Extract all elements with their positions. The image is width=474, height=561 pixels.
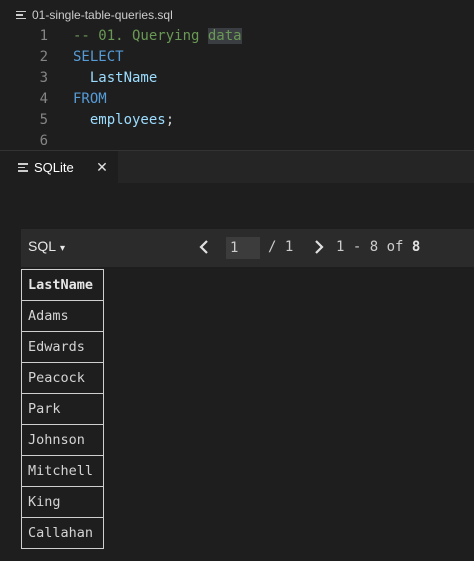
chevron-right-icon[interactable] (312, 237, 326, 257)
code-token: ; (165, 112, 175, 128)
code-token: SELECT (73, 49, 124, 65)
table-cell[interactable]: Adams (21, 300, 104, 332)
line-number: 2 (39, 49, 48, 65)
code-line[interactable]: 2 SELECT (0, 47, 474, 68)
row-range-total: 8 (411, 239, 421, 255)
row-range: 1 - 8 of 8 (336, 239, 420, 255)
code-text[interactable]: LastName (73, 68, 157, 89)
code-line[interactable]: 4 FROM (0, 89, 474, 110)
mode-label: SQL (28, 238, 57, 254)
line-number: 5 (39, 112, 48, 128)
page-total: / 1 (268, 239, 294, 255)
table-row[interactable]: Johnson (21, 424, 104, 456)
table-cell[interactable]: Edwards (21, 331, 104, 363)
table-cell[interactable]: King (21, 486, 104, 518)
breadcrumb-filename[interactable]: 01-single-table-queries.sql (32, 8, 173, 22)
table-cell[interactable]: Peacock (21, 362, 104, 394)
table-row[interactable]: King (21, 486, 104, 518)
table-row[interactable]: Peacock (21, 362, 104, 394)
code-token: -- 01. Querying (73, 28, 208, 44)
code-text[interactable]: employees; (73, 110, 174, 131)
code-area[interactable]: 1 -- 01. Querying data 2 SELECT 3 LastName 4 F… (0, 26, 474, 152)
line-number: 4 (39, 91, 48, 107)
mode-dropdown[interactable]: SQL ▾ (28, 238, 65, 254)
results-toolbar: SQL▾ / 1 1 - 8 of 8 (21, 229, 474, 267)
code-text[interactable]: SELECT (73, 47, 124, 68)
table-row[interactable]: Park (21, 393, 104, 425)
row-range-text: 1 - 8 of (336, 239, 412, 255)
code-line[interactable]: 1 -- 01. Querying data (0, 26, 474, 47)
menu-icon (18, 163, 28, 172)
code-token: employees (73, 112, 166, 128)
close-icon[interactable]: ✕ (94, 159, 110, 175)
table-row[interactable]: Mitchell (21, 455, 104, 487)
tab-sqlite[interactable]: SQLite ✕ (0, 151, 118, 184)
column-header[interactable]: LastName (21, 269, 104, 301)
code-line[interactable]: 5 employees; (0, 110, 474, 131)
editor: 01-single-table-queries.sql 1 -- 01. Quer… (0, 0, 474, 150)
results-table: LastName Adams Edwards Peacock Park Johnson M… (21, 269, 104, 549)
table-cell[interactable]: Johnson (21, 424, 104, 456)
code-text[interactable]: -- 01. Querying data (73, 26, 242, 47)
table-row[interactable]: Adams (21, 300, 104, 332)
table-cell[interactable]: Callahan (21, 517, 104, 549)
code-token: FROM (73, 91, 107, 107)
chevron-down-icon: ▾ (60, 243, 66, 254)
table-header-row: LastName (21, 269, 104, 301)
breadcrumb[interactable]: 01-single-table-queries.sql (16, 6, 173, 24)
code-line[interactable]: 3 LastName (0, 68, 474, 89)
sql-file-icon (16, 10, 26, 20)
line-number: 6 (39, 133, 48, 149)
table-cell[interactable]: Park (21, 393, 104, 425)
table-cell[interactable]: Mitchell (21, 455, 104, 487)
table-row[interactable]: Callahan (21, 517, 104, 549)
results-panel: SQLite ✕ SQL▾ / 1 1 - 8 of 8 LastName Ad… (0, 150, 474, 561)
tab-label: SQLite (34, 160, 74, 175)
code-line[interactable]: 6 (0, 131, 474, 152)
code-token: LastName (73, 70, 158, 86)
table-row[interactable]: Edwards (21, 331, 104, 363)
code-text[interactable]: FROM (73, 89, 107, 110)
line-number: 1 (39, 28, 48, 44)
page-input[interactable] (226, 237, 260, 259)
code-token: data (207, 28, 242, 44)
line-number: 3 (39, 70, 48, 86)
chevron-left-icon[interactable] (197, 237, 211, 257)
panel-tab-bar: SQLite ✕ (0, 150, 474, 184)
